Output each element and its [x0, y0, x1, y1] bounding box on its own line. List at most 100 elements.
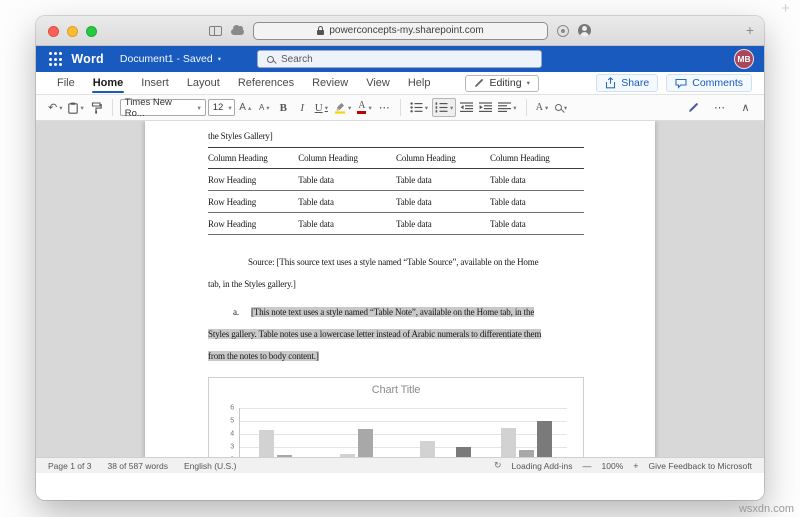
- address-bar[interactable]: powerconcepts-my.sharepoint.com: [253, 21, 548, 40]
- chevron-down-icon: ▾: [526, 80, 530, 87]
- comment-icon: [675, 78, 687, 89]
- decrease-indent-button[interactable]: [458, 98, 475, 117]
- downloads-button[interactable]: [231, 23, 244, 39]
- editing-mode-button[interactable]: Editing ▾: [465, 74, 539, 92]
- shrink-font-button[interactable]: A ▾: [256, 98, 273, 117]
- zoom-in-button[interactable]: +: [633, 461, 638, 471]
- undo-button[interactable]: ↶ ▾: [46, 98, 64, 117]
- ribbon-tabs: File Home Insert Layout References Revie…: [36, 72, 764, 95]
- chart-bar-group: [501, 421, 553, 457]
- table-cell: Table data: [489, 168, 584, 191]
- tab-insert[interactable]: Insert: [132, 72, 178, 94]
- collapse-ribbon-button[interactable]: ∧: [737, 98, 754, 117]
- italic-button[interactable]: I: [294, 98, 311, 117]
- highlight-button[interactable]: ▾: [332, 98, 353, 117]
- numbering-button[interactable]: ▾: [432, 98, 457, 117]
- clipboard-icon: [68, 102, 79, 114]
- table-header-cell: Column Heading: [395, 147, 490, 169]
- tab-references[interactable]: References: [229, 72, 303, 94]
- close-button[interactable]: [48, 26, 59, 37]
- language-indicator[interactable]: English (U.S.): [184, 461, 236, 471]
- note-marker: a.: [233, 307, 239, 317]
- feedback-link[interactable]: Give Feedback to Microsoft: [649, 461, 752, 471]
- pen-icon: [475, 79, 484, 87]
- share-button[interactable]: Share: [596, 74, 659, 92]
- chart-bar: [501, 427, 517, 457]
- increase-indent-button[interactable]: [477, 98, 494, 117]
- comments-button[interactable]: Comments: [666, 74, 752, 92]
- table-cell: Row Heading: [208, 212, 299, 235]
- zoom-level[interactable]: 100%: [602, 461, 624, 471]
- grow-font-button[interactable]: A ▴: [237, 98, 254, 117]
- sidebar-toggle-button[interactable]: [209, 23, 222, 39]
- styles-button[interactable]: A ▾: [534, 98, 551, 117]
- tab-layout[interactable]: Layout: [178, 72, 229, 94]
- underline-button[interactable]: U ▾: [313, 98, 330, 117]
- paste-button[interactable]: ▾: [66, 98, 85, 117]
- more-ribbon-button[interactable]: ⋯: [711, 98, 728, 117]
- format-painter-icon: [91, 101, 102, 114]
- bold-button[interactable]: B: [275, 98, 292, 117]
- alignment-button[interactable]: ▾: [496, 98, 518, 117]
- minimize-button[interactable]: [67, 26, 78, 37]
- separator: [525, 99, 527, 116]
- new-tab-button[interactable]: +: [746, 22, 754, 38]
- table-cell: Row Heading: [208, 168, 299, 191]
- tab-help[interactable]: Help: [399, 72, 440, 94]
- app-launcher-icon: [49, 52, 63, 66]
- search-placeholder: Search: [281, 53, 313, 65]
- table-header-cell: Column Heading: [298, 147, 396, 169]
- chart-bar-group: [339, 428, 391, 457]
- table-cell: Table data: [395, 168, 490, 191]
- window-controls: [48, 26, 97, 37]
- addins-status: Loading Add-ins: [511, 460, 573, 471]
- tab-view[interactable]: View: [357, 72, 399, 94]
- word-header: Word Document1 - Saved ▾ Search MB: [36, 46, 764, 72]
- privacy-button[interactable]: [557, 23, 569, 39]
- fullscreen-button[interactable]: [86, 26, 97, 37]
- document-page[interactable]: the Styles Gallery] Column Heading Colum…: [145, 121, 655, 457]
- source-line: tab, in the Styles gallery.]: [208, 279, 296, 289]
- embedded-chart[interactable]: Chart Title 6543210: [208, 377, 584, 457]
- font-color-button[interactable]: A ▾: [355, 98, 374, 117]
- highlighter-icon: [334, 103, 345, 114]
- source-line: Source: [This source text uses a style n…: [248, 257, 539, 267]
- chevron-down-icon: ▾: [217, 56, 221, 63]
- selected-text: from the notes to body content.]: [208, 351, 319, 361]
- tab-home[interactable]: Home: [84, 72, 133, 94]
- table-cell: Table data: [395, 212, 490, 235]
- chart-bar: [258, 430, 274, 457]
- app-name: Word: [71, 52, 104, 66]
- chart-ytick-label: 5: [230, 417, 234, 425]
- separator: [111, 99, 113, 116]
- format-painter-button[interactable]: [88, 98, 105, 117]
- editor-button[interactable]: [685, 98, 702, 117]
- browser-window: powerconcepts-my.sharepoint.com + Word D…: [36, 16, 764, 500]
- word-count[interactable]: 38 of 587 words: [107, 461, 167, 471]
- lock-icon: [317, 25, 325, 35]
- document-title[interactable]: Document1 - Saved ▾: [120, 53, 221, 65]
- page-indicator[interactable]: Page 1 of 3: [48, 461, 91, 471]
- avatar[interactable]: MB: [734, 49, 754, 69]
- font-name-select[interactable]: Times New Ro... ▾: [119, 97, 206, 119]
- zoom-out-button[interactable]: —: [583, 461, 592, 471]
- tab-file[interactable]: File: [48, 72, 84, 94]
- window-footer: [36, 473, 764, 500]
- chart-bar: [420, 440, 436, 457]
- outdent-icon: [460, 102, 474, 112]
- search-input[interactable]: Search: [257, 50, 542, 68]
- font-color-icon: A: [357, 101, 367, 114]
- chart-ytick-label: 3: [230, 443, 234, 451]
- selected-text: [This note text uses a style named “Tabl…: [250, 307, 535, 317]
- profile-button[interactable]: [578, 23, 591, 39]
- note-line: a. [This note text uses a style named “Ta…: [208, 301, 584, 323]
- table-source-paragraph: Source: [This source text uses a style n…: [208, 251, 584, 295]
- tab-review[interactable]: Review: [303, 72, 357, 94]
- bullet-list-icon: [410, 102, 423, 113]
- font-size-select[interactable]: 12 ▾: [207, 99, 235, 116]
- bullets-button[interactable]: ▾: [408, 98, 430, 117]
- chart-bar-group: [258, 430, 310, 457]
- find-button[interactable]: ▾: [553, 98, 570, 117]
- app-launcher-button[interactable]: [46, 52, 71, 66]
- more-font-options-button[interactable]: ⋯: [376, 98, 393, 117]
